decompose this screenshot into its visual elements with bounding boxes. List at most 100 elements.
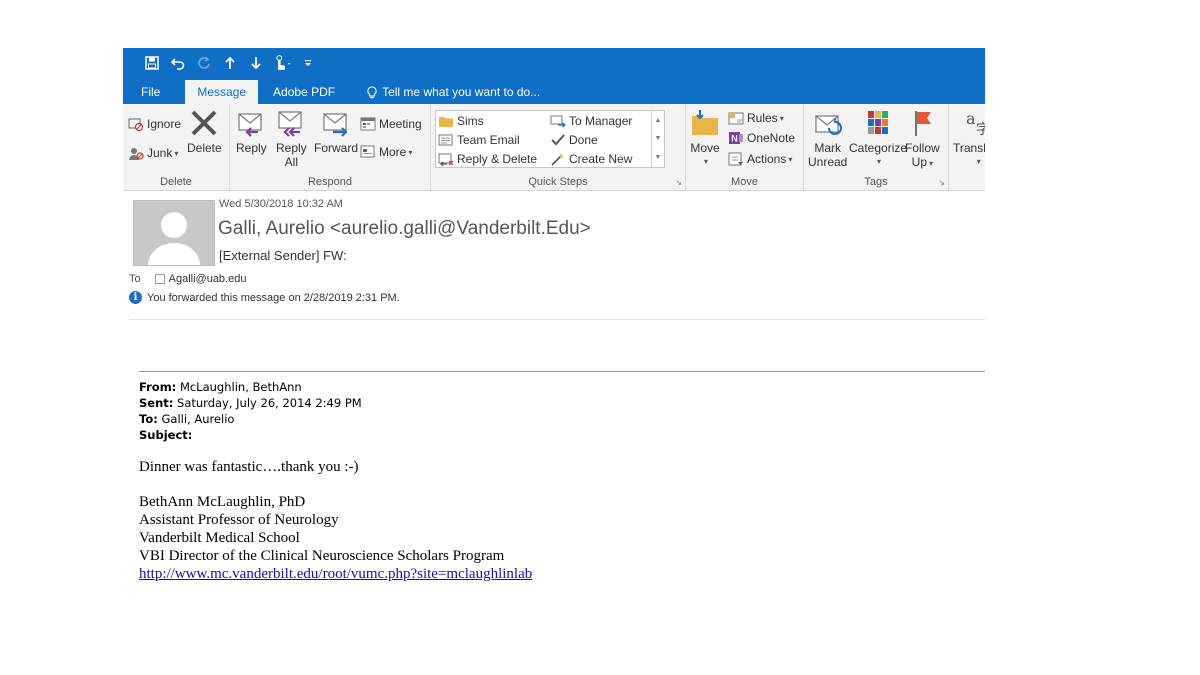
save-icon[interactable]	[139, 48, 165, 78]
to-label: To	[129, 273, 141, 285]
quick-steps-group: Sims To Manager Team Email Done Reply & …	[431, 104, 686, 190]
quick-steps-gallery: Sims To Manager Team Email Done Reply & …	[435, 110, 665, 168]
scroll-up-icon[interactable]: ▲	[655, 117, 662, 124]
touch-mode-icon[interactable]	[269, 48, 295, 78]
quick-step-done[interactable]: Done	[550, 131, 598, 149]
move-caret: ▾	[703, 157, 708, 166]
delete-button[interactable]: Delete	[187, 108, 222, 155]
quick-steps-scrollbar[interactable]: ▲ ▼ ▼	[651, 111, 664, 167]
header-divider	[129, 319, 985, 320]
move-folder-icon	[692, 110, 718, 135]
move-button[interactable]: Move ▾	[690, 108, 720, 169]
signature-line: VBI Director of the Clinical Neuroscienc…	[139, 548, 505, 564]
categorize-icon	[868, 111, 889, 134]
quick-steps-launcher-icon[interactable]: ↘	[675, 178, 682, 187]
categorize-caret: ▾	[877, 157, 882, 166]
fwd-to-value: Galli, Aurelio	[161, 412, 235, 426]
signature-line: BethAnn McLaughlin, PhD	[139, 494, 306, 510]
quick-access-toolbar	[123, 48, 985, 78]
customize-icon[interactable]	[295, 48, 321, 78]
info-icon: i	[129, 291, 142, 304]
folder-icon	[439, 117, 453, 127]
team-email-icon	[438, 134, 453, 146]
forward-button[interactable]: Forward	[314, 108, 358, 155]
delete-label: Delete	[187, 141, 222, 155]
delete-group: Ignore Junk ▾ Delete Delete	[123, 104, 230, 190]
quick-step-reply-delete-label: Reply & Delete	[457, 152, 538, 166]
quick-step-to-manager-label: To Manager	[569, 114, 633, 128]
tab-adobe-pdf[interactable]: Adobe PDF	[262, 80, 346, 104]
fwd-subject-label: Subject:	[139, 428, 193, 442]
onenote-icon: N	[729, 132, 743, 144]
message-subject: [External Sender] FW:	[219, 248, 347, 263]
categorize-button[interactable]: Categorize ▾	[849, 108, 907, 169]
mark-unread-label-2: Unread	[808, 155, 848, 169]
move-group: Move ▾ Rules ▾ N OneNote Actions ▾ Move	[686, 104, 804, 190]
rules-label: Rules	[747, 111, 778, 125]
avatar	[133, 200, 215, 266]
quick-step-reply-delete[interactable]: Reply & Delete	[438, 150, 537, 168]
quick-step-team-email[interactable]: Team Email	[438, 131, 520, 149]
tab-message[interactable]: Message	[185, 80, 259, 104]
sender-name[interactable]: Galli, Aurelio <aurelio.galli@Vanderbilt…	[218, 218, 591, 240]
reply-all-button[interactable]: Reply All	[276, 108, 307, 169]
ignore-button[interactable]: Ignore	[128, 115, 181, 133]
signature: BethAnn McLaughlin, PhD Assistant Profes…	[139, 493, 532, 583]
ribbon: Ignore Junk ▾ Delete Delete Reply Reply A…	[123, 104, 985, 191]
fwd-to-row: To: Galli, Aurelio	[139, 411, 362, 427]
signature-link[interactable]: http://www.mc.vanderbilt.edu/root/vumc.p…	[139, 566, 532, 582]
fwd-sent-label: Sent:	[139, 396, 174, 410]
rules-button[interactable]: Rules ▾	[728, 109, 784, 127]
meeting-button[interactable]: Meeting	[360, 115, 422, 133]
gallery-expand-icon[interactable]: ▼	[655, 154, 662, 161]
follow-up-button[interactable]: Follow Up ▾	[905, 108, 940, 171]
mark-unread-button[interactable]: Mark Unread	[808, 108, 847, 169]
quick-step-create-new[interactable]: Create New	[550, 150, 632, 168]
translate-caret: ▾	[976, 157, 981, 166]
quick-step-to-manager[interactable]: To Manager	[550, 112, 632, 130]
mark-unread-icon	[815, 115, 842, 135]
redo-icon[interactable]	[191, 48, 217, 78]
reply-all-icon	[278, 111, 302, 137]
reply-all-label-1: Reply	[276, 141, 307, 155]
actions-icon	[728, 152, 743, 166]
fwd-from-value: McLaughlin, BethAnn	[179, 380, 302, 394]
fwd-from-label: From:	[139, 380, 177, 394]
junk-button[interactable]: Junk ▾	[128, 144, 178, 162]
lightbulb-icon	[367, 85, 377, 98]
quick-step-sims[interactable]: Sims	[438, 112, 484, 130]
more-button[interactable]: More ▾	[360, 143, 412, 161]
rules-icon	[728, 112, 744, 125]
outlook-message-window: File Message Adobe PDF Tell me what you …	[123, 48, 985, 608]
respond-group: Reply Reply All Forward Meeting More ▾ Re…	[230, 104, 431, 190]
onenote-button[interactable]: N OneNote	[728, 129, 795, 147]
fwd-to-label: To:	[139, 412, 158, 426]
translate-button[interactable]: a字 Translate ▾	[953, 108, 985, 169]
undo-icon[interactable]	[165, 48, 191, 78]
tab-file[interactable]: File	[123, 80, 171, 104]
recipient-address[interactable]: Agalli@uab.edu	[169, 273, 247, 285]
tell-me-box[interactable]: Tell me what you want to do...	[356, 80, 551, 104]
more-icon	[360, 145, 375, 158]
message-date: Wed 5/30/2018 10:32 AM	[219, 198, 343, 210]
quick-step-create-new-label: Create New	[569, 152, 633, 166]
forward-label: Forward	[314, 141, 359, 155]
tags-launcher-icon[interactable]: ↘	[938, 178, 945, 187]
info-text: You forwarded this message on 2/28/2019 …	[147, 291, 400, 304]
svg-text:N: N	[731, 134, 738, 144]
fwd-sent-row: Sent: Saturday, July 26, 2014 2:49 PM	[139, 395, 362, 411]
info-bar[interactable]: i You forwarded this message on 2/28/201…	[129, 291, 400, 304]
recipient-checkbox-icon	[154, 274, 165, 284]
quick-step-sims-label: Sims	[457, 114, 484, 128]
move-label: Move	[690, 141, 720, 155]
translate-icon: a字	[966, 109, 985, 138]
junk-label: Junk	[147, 146, 173, 160]
tags-group: Mark Unread Categorize ▾ Follow Up ▾ Tags…	[804, 104, 949, 190]
meeting-label: Meeting	[379, 117, 422, 131]
reply-button[interactable]: Reply	[236, 108, 267, 155]
actions-button[interactable]: Actions ▾	[728, 150, 792, 168]
fwd-sent-value: Saturday, July 26, 2014 2:49 PM	[177, 396, 362, 410]
scroll-down-icon[interactable]: ▼	[655, 135, 662, 142]
down-icon[interactable]	[243, 48, 269, 78]
up-icon[interactable]	[217, 48, 243, 78]
